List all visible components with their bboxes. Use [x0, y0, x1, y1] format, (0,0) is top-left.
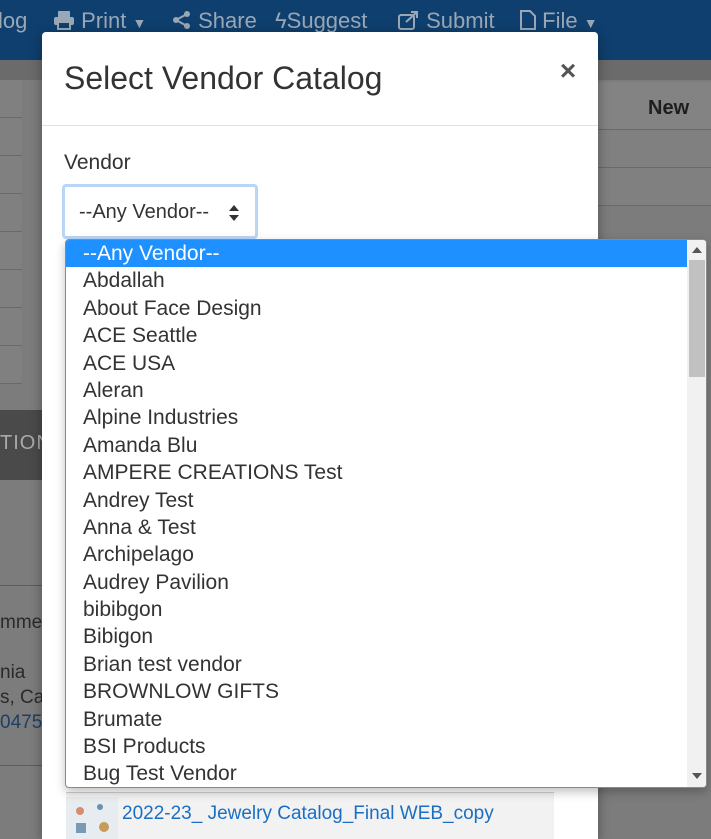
vendor-option[interactable]: BSI Products: [66, 733, 687, 760]
scroll-up-icon[interactable]: [692, 247, 702, 253]
vendor-option[interactable]: BROWNLOW GIFTS: [66, 678, 687, 705]
vendor-option[interactable]: ACE USA: [66, 350, 687, 377]
divider: [0, 765, 42, 766]
vendor-option[interactable]: Aleran: [66, 377, 687, 404]
vendor-option[interactable]: Bibigon: [66, 623, 687, 650]
vendor-option[interactable]: ACE Seattle: [66, 322, 687, 349]
catalog-thumbnail-image: [66, 797, 118, 839]
vendor-options: --Any Vendor-- Abdallah About Face Design A…: [66, 240, 687, 787]
vendor-option[interactable]: Bug Test Vendor: [66, 760, 687, 787]
toolbar-print-label: Print: [81, 8, 127, 33]
catalog-file-link[interactable]: 2022-23_ Jewelry Catalog_Final WEB_copy: [122, 803, 494, 825]
catalog-thumbnail: [66, 797, 118, 839]
toolbar-submit-button[interactable]: Submit: [398, 8, 495, 34]
chevron-down-icon: ▼: [132, 15, 147, 31]
vendor-select-value: --Any Vendor--: [79, 201, 210, 223]
background-text: nia: [0, 662, 26, 683]
vendor-option[interactable]: AMPERE CREATIONS Test: [66, 459, 687, 486]
toolbar-submit-label: Submit: [426, 8, 495, 33]
lightning-icon: ϟ: [275, 8, 287, 33]
toolbar-item-log-label: log: [0, 8, 28, 33]
vendor-option[interactable]: Alpine Industries: [66, 404, 687, 431]
toolbar-print-button[interactable]: Print ▼: [53, 8, 146, 34]
vendor-select[interactable]: --Any Vendor--: [62, 184, 258, 239]
close-icon: ×: [559, 55, 577, 86]
submit-icon: [398, 11, 418, 30]
scroll-down-icon[interactable]: [692, 773, 702, 779]
modal-title: Select Vendor Catalog: [64, 60, 383, 96]
vendor-option[interactable]: Audrey Pavilion: [66, 569, 687, 596]
toolbar-suggest-label: Suggest: [286, 8, 368, 33]
background-section-band: TIONS: [0, 410, 65, 480]
file-icon: [520, 10, 536, 30]
select-arrows-icon: [229, 205, 239, 221]
share-icon: [173, 11, 190, 29]
background-link[interactable]: 0475: [0, 712, 42, 734]
chevron-down-icon: ▼: [583, 15, 598, 31]
divider: [0, 585, 42, 586]
vendor-option[interactable]: Amanda Blu: [66, 432, 687, 459]
close-button[interactable]: ×: [556, 56, 580, 86]
dropdown-scrollbar[interactable]: [687, 240, 706, 787]
background-table-left: [0, 80, 22, 390]
toolbar-item-log[interactable]: log: [0, 8, 27, 34]
background-text: s, Ca: [0, 687, 45, 708]
printer-icon: [54, 11, 74, 30]
catalog-file-row[interactable]: 2022-23_ Jewelry Catalog_Final WEB_copy: [66, 792, 554, 839]
scrollbar-thumb[interactable]: [689, 260, 705, 377]
vendor-dropdown-list[interactable]: --Any Vendor-- Abdallah About Face Design A…: [65, 239, 707, 788]
vendor-option[interactable]: Archipelago: [66, 541, 687, 568]
vendor-option[interactable]: Abdallah: [66, 267, 687, 294]
vendor-option[interactable]: Anna & Test: [66, 514, 687, 541]
vendor-option[interactable]: --Any Vendor--: [66, 240, 687, 268]
toolbar-share-button[interactable]: Share: [172, 8, 257, 34]
vendor-option[interactable]: About Face Design: [66, 295, 687, 322]
vendor-option[interactable]: Andrey Test: [66, 487, 687, 514]
table-header-new: New: [598, 82, 711, 130]
vendor-option[interactable]: Brian test vendor: [66, 651, 687, 678]
toolbar-share-label: Share: [198, 8, 257, 33]
toolbar-suggest-button[interactable]: ϟSuggest: [275, 8, 367, 34]
vendor-option[interactable]: Brumate: [66, 706, 687, 733]
vendor-label: Vendor: [64, 151, 131, 174]
vendor-option[interactable]: bibibgon: [66, 596, 687, 623]
toolbar-file-button[interactable]: File ▼: [520, 8, 598, 34]
toolbar-file-label: File: [542, 8, 578, 33]
modal-header: Select Vendor Catalog ×: [42, 32, 598, 126]
